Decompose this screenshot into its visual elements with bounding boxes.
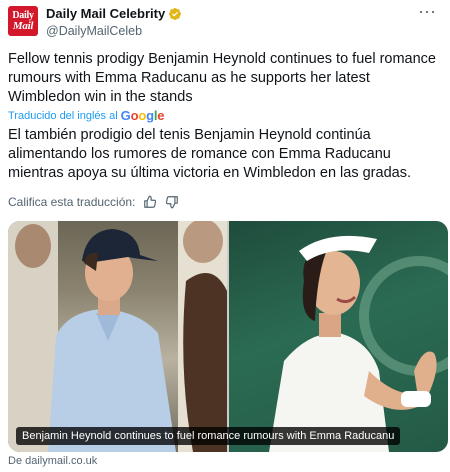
link-source[interactable]: De dailymail.co.uk [8, 455, 97, 467]
media-caption: Benjamin Heynold continues to fuel roman… [16, 427, 401, 445]
thumbs-down-icon[interactable] [165, 195, 179, 209]
photo-emma-raducanu[interactable] [229, 221, 448, 452]
avatar-text-line2: Mail [12, 20, 34, 32]
account-handle[interactable]: @DailyMailCeleb [46, 24, 142, 38]
verified-badge-icon [169, 7, 182, 20]
photo-right-illustration [269, 235, 448, 452]
translation-text: El también prodigio del tenis Benjamin H… [8, 127, 411, 181]
rate-translation-row: Califica esta traducción: [8, 195, 179, 209]
thumbs-up-icon[interactable] [143, 195, 157, 209]
photo-left-illustration [8, 221, 227, 452]
google-logo: Google [120, 108, 165, 123]
display-name[interactable]: Daily Mail Celebrity [46, 6, 165, 21]
more-horizontal-icon[interactable]: ··· [418, 2, 436, 20]
translated-by-label: Traducido del inglés al [8, 109, 118, 122]
photo-benjamin-heynold[interactable] [8, 221, 227, 452]
media-gallery[interactable]: Benjamin Heynold continues to fuel roman… [8, 221, 448, 452]
rate-translation-label: Califica esta traducción: [8, 195, 136, 209]
avatar[interactable]: Daily Mail [8, 6, 38, 36]
tweet-text: Fellow tennis prodigy Benjamin Heynold c… [8, 51, 436, 105]
translated-by[interactable]: Traducido del inglés al Google [8, 108, 164, 123]
author-name-row[interactable]: Daily Mail Celebrity [46, 6, 182, 21]
